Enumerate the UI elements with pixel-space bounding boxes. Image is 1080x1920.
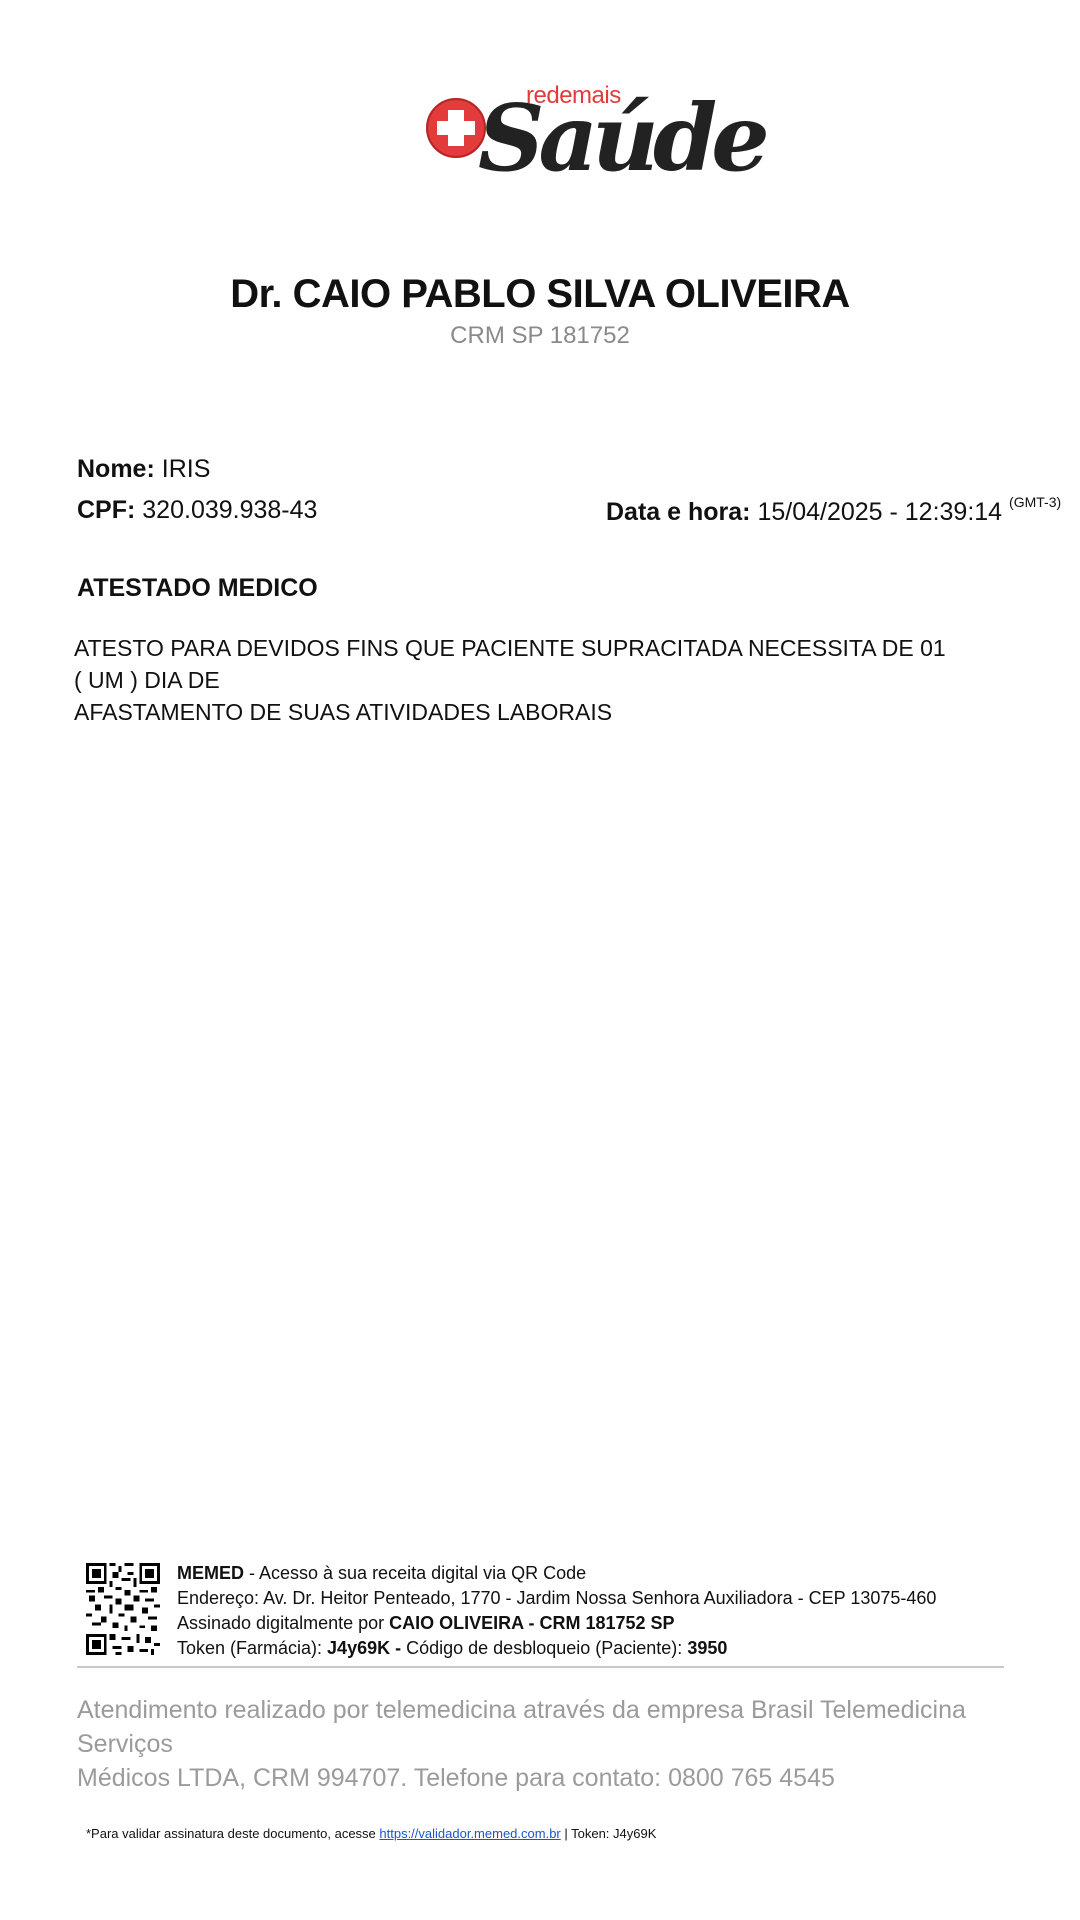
patient-name-value: IRIS: [161, 455, 211, 483]
telemedicine-line-1: Atendimento realizado por telemedicina a…: [77, 1696, 966, 1758]
logo-brand-text: Saúde: [478, 84, 770, 192]
memed-brand: MEMED: [177, 1563, 244, 1583]
patient-cpf-label: CPF:: [77, 496, 136, 524]
patient-name-label: Nome:: [77, 455, 155, 483]
timezone-note: (GMT-3): [1009, 494, 1062, 510]
validate-suffix: | Token: J4y69K: [560, 1826, 657, 1841]
telemedicine-notice: Atendimento realizado por telemedicina a…: [77, 1693, 997, 1795]
doctor-crm: CRM SP 181752: [450, 322, 630, 349]
unlock-code: 3950: [687, 1638, 728, 1658]
signed-by: CAIO OLIVEIRA - CRM 181752 SP: [389, 1613, 675, 1633]
patient-cpf-row: CPF: 320.039.938-43: [77, 496, 317, 525]
medical-cross-icon: [426, 98, 486, 158]
validation-note: *Para validar assinatura deste documento…: [86, 1826, 656, 1841]
telemedicine-line-2: Médicos LTDA, CRM 994707. Telefone para …: [77, 1764, 835, 1792]
footer-signed-line: Assinado digitalmente por CAIO OLIVEIRA …: [177, 1611, 675, 1636]
qr-code-icon[interactable]: [86, 1563, 160, 1655]
footer-memed-line: MEMED - Acesso à sua receita digital via…: [177, 1561, 586, 1586]
memed-text: - Acesso à sua receita digital via QR Co…: [244, 1563, 587, 1583]
datetime-value: 15/04/2025 - 12:39:14: [757, 498, 1003, 526]
doctor-name: Dr. CAIO PABLO SILVA OLIVEIRA: [230, 272, 850, 316]
footer-divider: [77, 1666, 1004, 1668]
footer-address: Endereço: Av. Dr. Heitor Penteado, 1770 …: [177, 1588, 937, 1608]
document-body: ATESTO PARA DEVIDOS FINS QUE PACIENTE SU…: [74, 632, 954, 728]
datetime-row: Data e hora: 15/04/2025 - 12:39:14 (GMT-…: [606, 494, 1061, 527]
unlock-text: Código de desbloqueio (Paciente):: [401, 1638, 688, 1658]
pharmacy-token: J4y69K -: [327, 1638, 402, 1658]
validator-link[interactable]: https://validador.memed.com.br: [379, 1826, 560, 1841]
patient-name-row: Nome: IRIS: [77, 455, 210, 484]
validate-prefix: *Para validar assinatura deste documento…: [86, 1826, 380, 1841]
datetime-label: Data e hora:: [606, 498, 751, 526]
footer-token-line: Token (Farmácia): J4y69K - Código de des…: [177, 1636, 727, 1661]
brand-logo: redemais Saúde: [426, 82, 770, 208]
document-title: ATESTADO MEDICO: [77, 574, 318, 602]
token-prefix: Token (Farmácia):: [177, 1638, 328, 1658]
patient-cpf-value: 320.039.938-43: [142, 496, 318, 524]
signed-prefix: Assinado digitalmente por: [177, 1613, 390, 1633]
document-body-line-2: AFASTAMENTO DE SUAS ATIVIDADES LABORAIS: [74, 699, 613, 725]
document-body-line-1: ATESTO PARA DEVIDOS FINS QUE PACIENTE SU…: [74, 635, 946, 693]
